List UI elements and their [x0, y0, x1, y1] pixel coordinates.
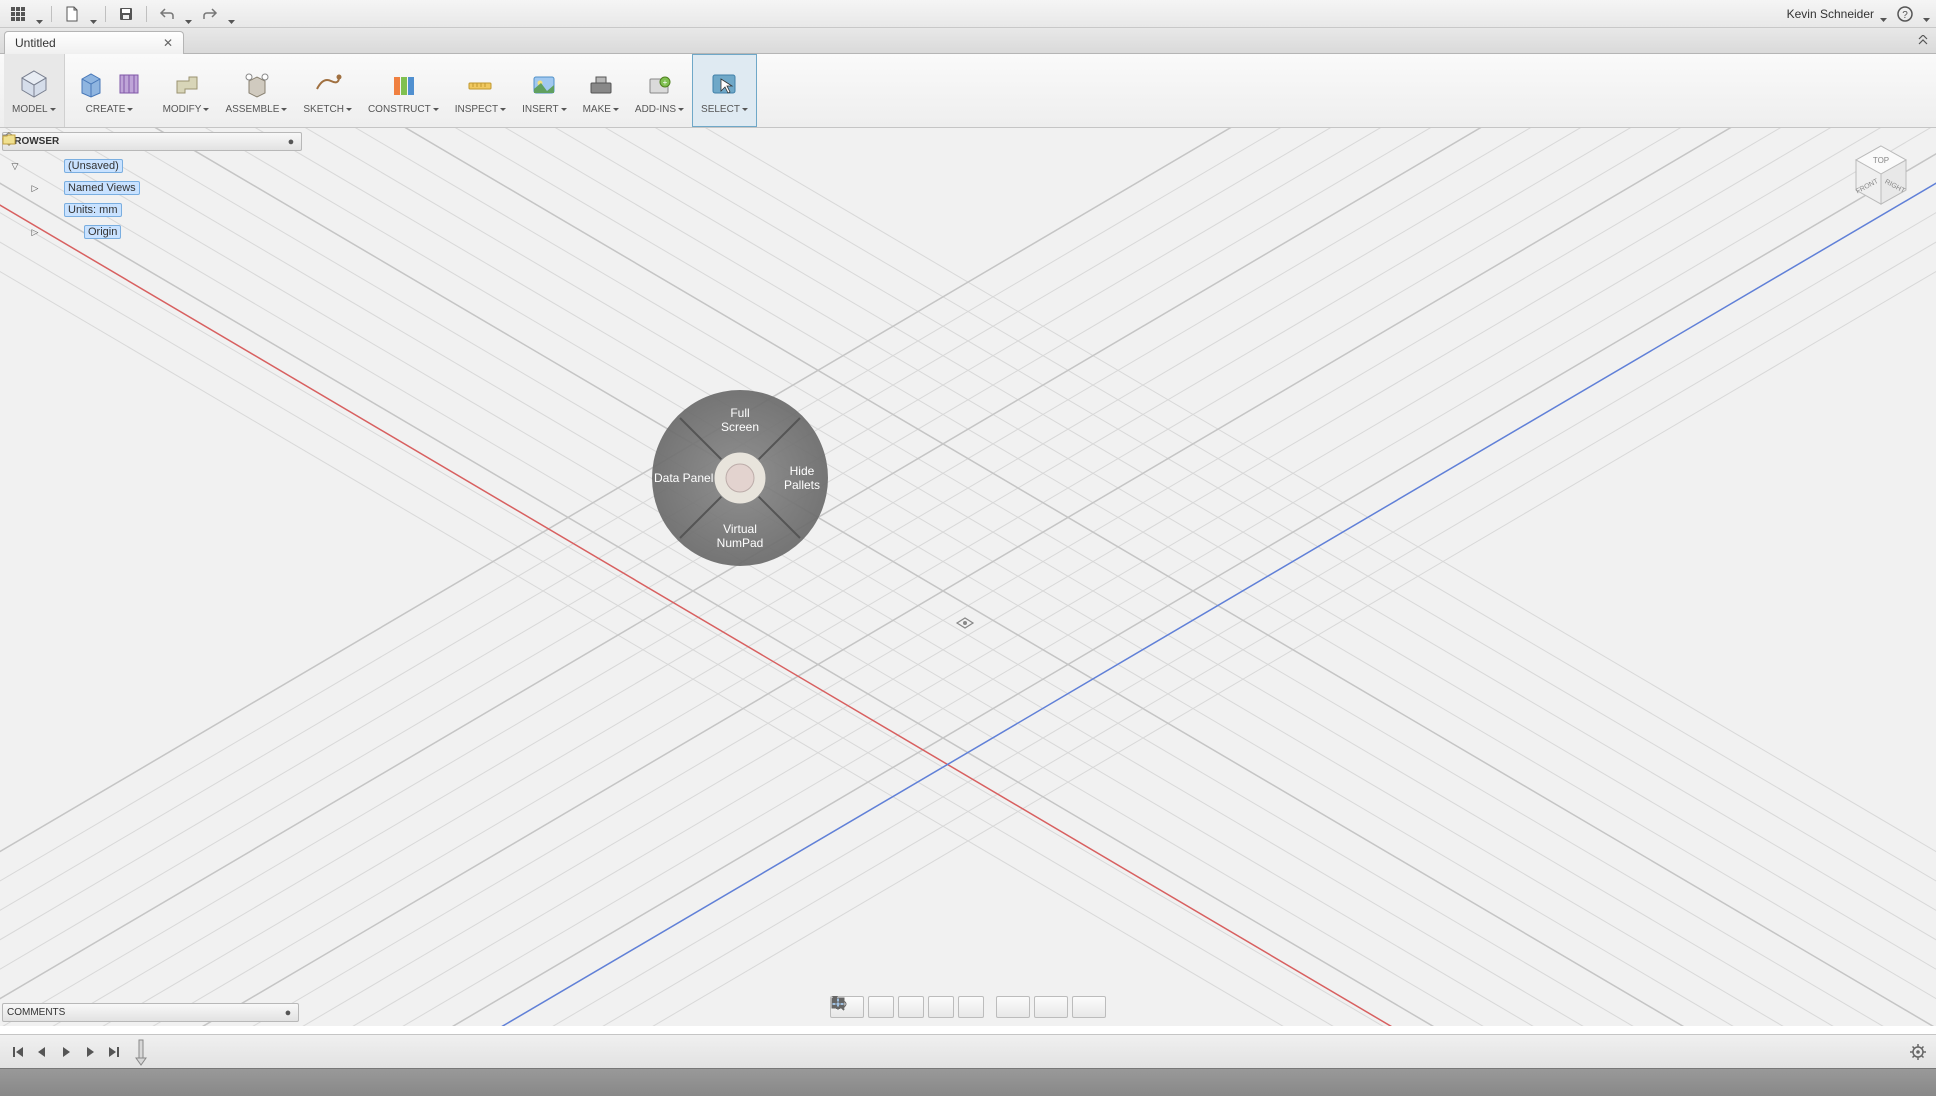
cylinder-primitive-icon[interactable]	[111, 66, 147, 102]
browser-tree: ▽ (Unsaved) ▷ Named Views ▷ Units: mm ▷ …	[2, 151, 302, 243]
help-caret[interactable]	[1923, 12, 1930, 15]
tab-close-button[interactable]: ✕	[161, 36, 175, 50]
data-panel-button[interactable]	[6, 4, 30, 24]
insert-group[interactable]: INSERT	[514, 54, 575, 127]
timeline-prev-button[interactable]	[32, 1042, 52, 1062]
visibility-off-icon[interactable]	[44, 224, 60, 240]
top-right-group: Kevin Schneider ?	[1787, 4, 1930, 24]
undo-button[interactable]	[155, 4, 179, 24]
user-caret[interactable]	[1880, 12, 1887, 15]
model-canvas[interactable]: BROWSER ● ▽ (Unsaved) ▷ Named Views ▷ Un…	[0, 128, 1936, 1026]
expand-caret-icon[interactable]: ▷	[30, 227, 40, 237]
username-label[interactable]: Kevin Schneider	[1787, 7, 1874, 21]
timeline-end-button[interactable]	[104, 1042, 124, 1062]
make-label: MAKE	[583, 104, 611, 115]
tree-root-label: (Unsaved)	[64, 159, 123, 173]
pan-button[interactable]	[898, 996, 924, 1018]
select-group[interactable]: SELECT	[692, 54, 757, 127]
insert-label: INSERT	[522, 104, 559, 115]
document-tabs: Untitled ✕	[0, 28, 1936, 54]
grid-settings-button[interactable]	[1034, 996, 1068, 1018]
addins-group[interactable]: + ADD-INS	[627, 54, 692, 127]
timeline-settings-button[interactable]	[1908, 1042, 1928, 1062]
create-group[interactable]: CREATE	[65, 54, 155, 127]
inspect-group[interactable]: INSPECT	[447, 54, 514, 127]
expand-caret-icon[interactable]: ▽	[10, 161, 20, 171]
redo-button[interactable]	[198, 4, 222, 24]
main-toolbar: MODEL CREATE MODIFY ASSEMBLE SKETCH CONS…	[0, 54, 1936, 128]
timeline-start-button[interactable]	[8, 1042, 28, 1062]
box-primitive-icon[interactable]	[73, 66, 109, 102]
active-tab[interactable]: Untitled ✕	[4, 31, 184, 54]
new-file-caret[interactable]	[90, 12, 97, 15]
assemble-group[interactable]: ASSEMBLE	[217, 54, 295, 127]
zoom-window-button[interactable]: +	[928, 996, 954, 1018]
construct-group[interactable]: CONSTRUCT	[360, 54, 447, 127]
tree-named-views-row[interactable]: ▷ Named Views	[8, 177, 302, 199]
tree-units-label: Units: mm	[64, 203, 122, 217]
tree-units-row[interactable]: ▷ Units: mm	[8, 199, 302, 221]
timeline-play-button[interactable]	[56, 1042, 76, 1062]
modify-label: MODIFY	[163, 104, 202, 115]
display-settings-button[interactable]	[996, 996, 1030, 1018]
model-workspace-button[interactable]: MODEL	[4, 54, 65, 127]
viewports-button[interactable]	[1072, 996, 1106, 1018]
browser-panel: BROWSER ● ▽ (Unsaved) ▷ Named Views ▷ Un…	[2, 132, 302, 243]
comments-header[interactable]: COMMENTS ●	[2, 1003, 299, 1022]
browser-header[interactable]: BROWSER ●	[2, 132, 302, 151]
select-label: SELECT	[701, 104, 740, 115]
sketch-group[interactable]: SKETCH	[295, 54, 360, 127]
redo-caret[interactable]	[228, 12, 235, 15]
tree-root-row[interactable]: ▽ (Unsaved)	[8, 155, 302, 177]
qat-group	[6, 4, 235, 24]
visibility-icon[interactable]	[24, 158, 40, 174]
timeline-bar	[0, 1034, 1936, 1068]
component-icon	[44, 158, 60, 174]
timeline-marker[interactable]	[134, 1037, 148, 1067]
undo-caret[interactable]	[185, 12, 192, 15]
folder-icon	[44, 180, 60, 196]
data-panel-caret[interactable]	[36, 12, 43, 15]
quick-access-toolbar: Kevin Schneider ?	[0, 0, 1936, 28]
create-label: CREATE	[86, 104, 126, 115]
addins-label: ADD-INS	[635, 104, 676, 115]
tab-title: Untitled	[15, 36, 56, 50]
svg-text:+: +	[663, 78, 668, 87]
radial-menu[interactable]: Full Screen Hide Pallets Virtual NumPad …	[650, 388, 830, 568]
comments-panel: COMMENTS ●	[2, 1003, 299, 1022]
tree-origin-label: Origin	[84, 225, 121, 239]
timeline-next-button[interactable]	[80, 1042, 100, 1062]
svg-text:?: ?	[1902, 10, 1908, 21]
comments-minimize-button[interactable]: ●	[282, 1007, 294, 1019]
construct-label: CONSTRUCT	[368, 104, 431, 115]
inspect-label: INSPECT	[455, 104, 498, 115]
viewcube[interactable]: TOP FRONT RIGHT	[1844, 138, 1918, 212]
comments-title: COMMENTS	[7, 1007, 65, 1018]
look-at-button[interactable]	[868, 996, 894, 1018]
fit-button[interactable]	[958, 996, 984, 1018]
expand-caret-icon[interactable]: ▷	[30, 183, 40, 193]
svg-text:TOP: TOP	[1873, 156, 1889, 165]
maximize-tabs-button[interactable]	[1914, 32, 1932, 48]
navigation-bar: +	[830, 996, 1106, 1020]
modify-group[interactable]: MODIFY	[155, 54, 218, 127]
sketch-label: SKETCH	[303, 104, 344, 115]
browser-minimize-button[interactable]: ●	[285, 136, 297, 148]
tree-origin-row[interactable]: ▷ Origin	[8, 221, 302, 243]
folder-icon	[64, 224, 80, 240]
save-button[interactable]	[114, 4, 138, 24]
status-bar	[0, 1068, 1936, 1096]
tree-named-views-label: Named Views	[64, 181, 140, 195]
make-group[interactable]: MAKE	[575, 54, 627, 127]
units-icon	[44, 202, 60, 218]
model-label: MODEL	[12, 104, 48, 115]
help-button[interactable]: ?	[1893, 4, 1917, 24]
new-file-button[interactable]	[60, 4, 84, 24]
assemble-label: ASSEMBLE	[225, 104, 279, 115]
